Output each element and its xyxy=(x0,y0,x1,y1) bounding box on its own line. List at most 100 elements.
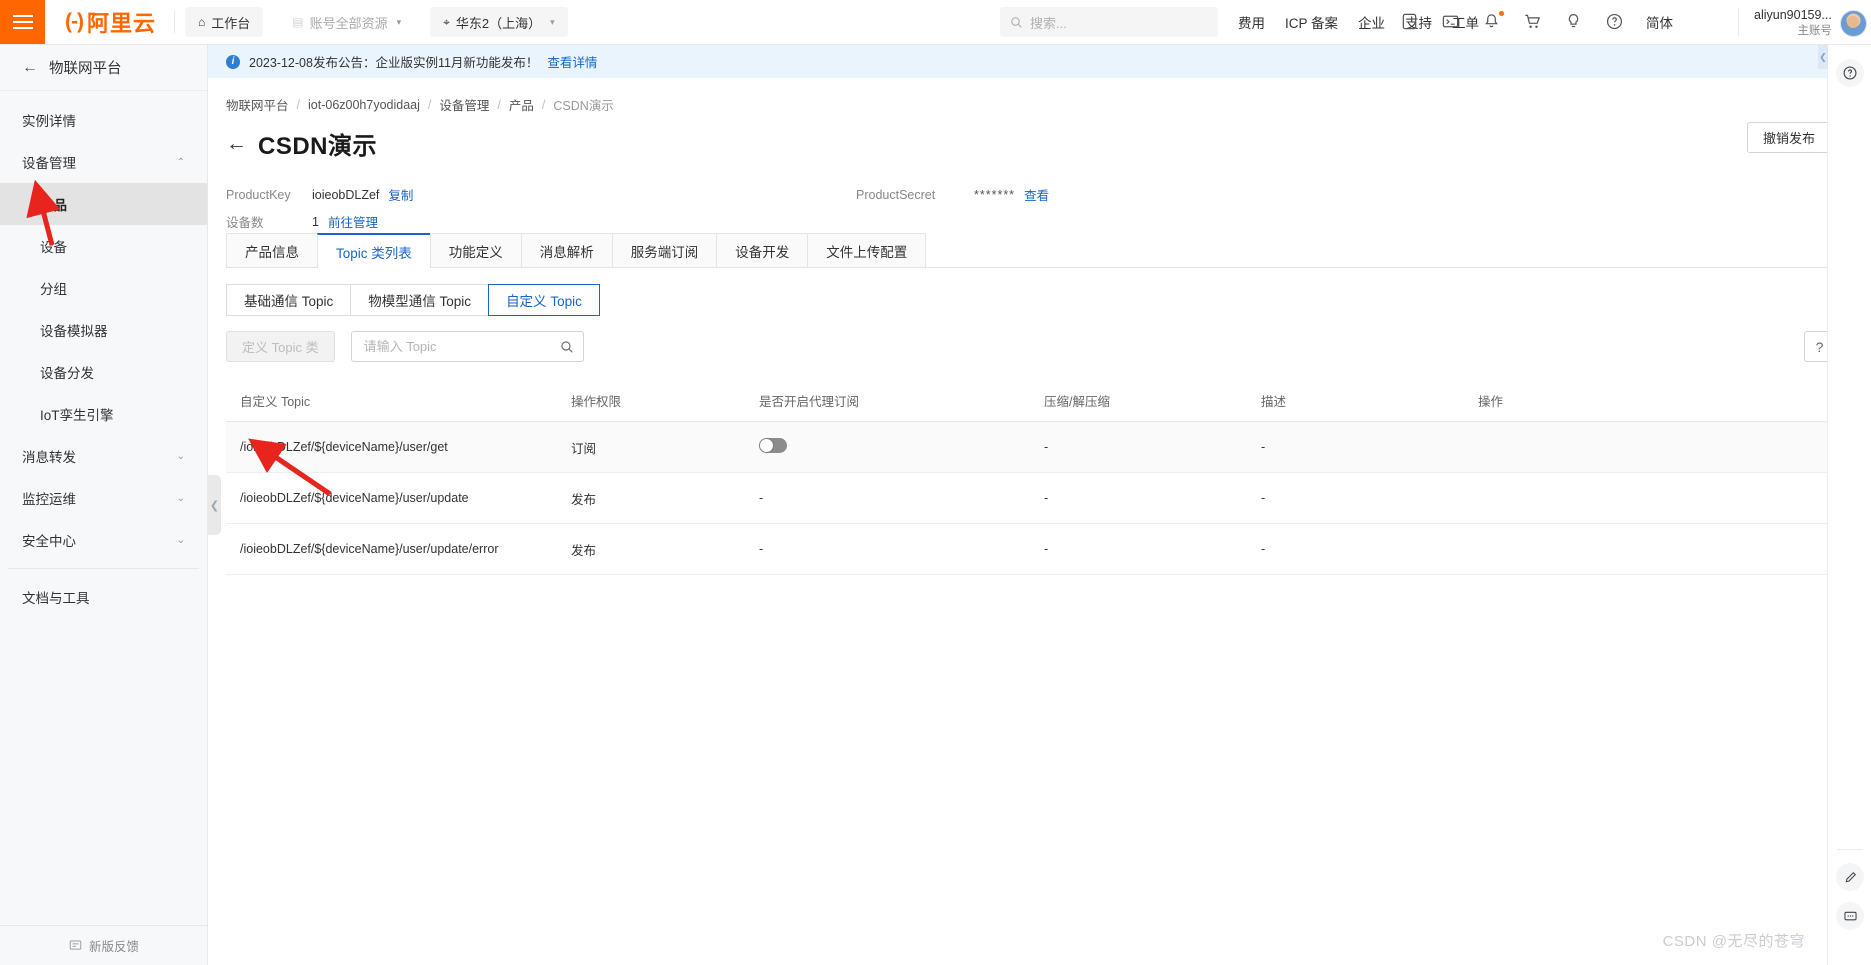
breadcrumb-item-device-management[interactable]: 设备管理 xyxy=(439,95,489,114)
sidebar-item-device-simulator[interactable]: 设备模拟器 xyxy=(0,309,207,351)
device-count-value: 1 xyxy=(312,214,319,229)
cell-topic: /ioieobDLZef/${deviceName}/user/get xyxy=(240,440,448,454)
main-content: i 2023-12-08发布公告：企业版实例11月新功能发布！ 查看详情 ✕ 物… xyxy=(208,45,1871,965)
tab-file-upload-config[interactable]: 文件上传配置 xyxy=(807,233,927,267)
header-link-enterprise[interactable]: 企业 xyxy=(1358,12,1385,32)
sidebar-item-monitoring-ops[interactable]: 监控运维 ⌄ xyxy=(0,477,207,519)
subtab-thing-model-topic[interactable]: 物模型通信 Topic xyxy=(350,284,489,316)
right-rail: ❮ xyxy=(1818,45,1871,965)
goto-device-management-link[interactable]: 前往管理 xyxy=(328,212,378,231)
cart-icon[interactable] xyxy=(1523,12,1543,32)
sidebar-item-group[interactable]: 分组 xyxy=(0,267,207,309)
aliyun-logo-mark: (-) xyxy=(65,10,84,33)
tab-function-definition[interactable]: 功能定义 xyxy=(429,233,521,267)
search-icon xyxy=(1011,16,1022,28)
sidebar-item-docs-and-tools[interactable]: 文档与工具 xyxy=(0,576,207,618)
tab-device-development[interactable]: 设备开发 xyxy=(716,233,808,267)
tab-topic-list[interactable]: Topic 类列表 xyxy=(317,233,430,268)
cell-description: - xyxy=(1261,491,1266,505)
device-count-row: 设备数 1 前往管理 xyxy=(226,208,1871,235)
sidebar-item-label: 消息转发 xyxy=(22,450,76,465)
help-icon[interactable] xyxy=(1835,59,1864,87)
sidebar-feedback-button[interactable]: 新版反馈 xyxy=(0,925,208,965)
breadcrumb: 物联网平台 / iot-06z00h7yodidaaj / 设备管理 / 产品 … xyxy=(208,78,1871,114)
sidebar-item-security-center[interactable]: 安全中心 ⌄ xyxy=(0,519,207,561)
announcement-detail-link[interactable]: 查看详情 xyxy=(547,52,597,71)
device-count-label: 设备数 xyxy=(226,216,264,230)
view-product-secret-link[interactable]: 查看 xyxy=(1024,185,1049,204)
product-secret-value: ******* xyxy=(974,187,1016,202)
bulb-icon[interactable] xyxy=(1564,12,1584,32)
workbench-button[interactable]: ⌂ 工作台 xyxy=(185,7,264,37)
table-row[interactable]: /ioieobDLZef/${deviceName}/user/get 订阅 -… xyxy=(226,422,1835,473)
account-menu[interactable]: aliyun90159... 主账号 xyxy=(1754,5,1867,41)
cell-permission: 发布 xyxy=(571,543,597,558)
cell-permission: 订阅 xyxy=(571,441,597,456)
header-divider xyxy=(174,11,175,33)
sidebar-item-instance-detail[interactable]: 实例详情 xyxy=(0,99,207,141)
bell-icon[interactable] xyxy=(1482,11,1504,32)
chevron-down-icon: ⌄ xyxy=(176,450,185,462)
product-secret-label: ProductSecret xyxy=(856,187,936,202)
sidebar-item-label: 设备管理 xyxy=(22,156,76,171)
notification-badge xyxy=(1499,11,1504,16)
cell-description: - xyxy=(1261,440,1266,454)
proxy-subscription-toggle[interactable] xyxy=(759,438,787,453)
sidebar-item-label: IoT孪生引擎 xyxy=(40,408,114,423)
sidebar-item-message-forwarding[interactable]: 消息转发 ⌄ xyxy=(0,435,207,477)
tab-product-info[interactable]: 产品信息 xyxy=(226,233,317,267)
sidebar-item-device-management[interactable]: 设备管理 ⌃ xyxy=(0,141,207,183)
unpublish-button[interactable]: 撤销发布 xyxy=(1746,122,1831,153)
header-link-fees[interactable]: 费用 xyxy=(1238,12,1265,32)
breadcrumb-item-product[interactable]: 产品 xyxy=(509,95,534,114)
subtab-custom-topic[interactable]: 自定义 Topic xyxy=(488,284,600,316)
app-icon[interactable] xyxy=(1400,12,1420,32)
topic-filter-row: 定义 Topic 类 ? xyxy=(226,331,1835,362)
subtab-basic-communication-topic[interactable]: 基础通信 Topic xyxy=(226,284,351,316)
left-sidebar: ← 物联网平台 实例详情 设备管理 ⌃ 产品 设备 分组 设备模拟器 设备分发 … xyxy=(0,45,208,965)
chat-feedback-icon[interactable] xyxy=(1836,902,1864,930)
tab-server-subscription[interactable]: 服务端订阅 xyxy=(611,233,717,267)
sidebar-item-label: 分组 xyxy=(40,282,67,297)
sidebar-item-device-distribution[interactable]: 设备分发 xyxy=(0,351,207,393)
hamburger-menu-icon[interactable] xyxy=(0,0,45,44)
global-search-input[interactable]: 搜索... xyxy=(1000,7,1218,37)
cell-description: - xyxy=(1261,542,1266,556)
rail-bottom-group xyxy=(1828,849,1871,941)
breadcrumb-item-platform[interactable]: 物联网平台 xyxy=(226,95,289,114)
table-row[interactable]: /ioieobDLZef/${deviceName}/user/update 发… xyxy=(226,473,1835,524)
breadcrumb-separator: / xyxy=(296,97,300,112)
cell-permission: 发布 xyxy=(571,492,597,507)
tab-message-parsing[interactable]: 消息解析 xyxy=(520,233,612,267)
question-icon[interactable] xyxy=(1605,12,1625,32)
terminal-icon[interactable] xyxy=(1441,12,1461,32)
sidebar-item-device[interactable]: 设备 xyxy=(0,225,207,267)
search-icon xyxy=(560,340,573,353)
sidebar-item-label: 文档与工具 xyxy=(22,591,90,606)
main-tab-bar: 产品信息 Topic 类列表 功能定义 消息解析 服务端订阅 设备开发 文件上传… xyxy=(226,233,1835,268)
rail-expand-handle[interactable]: ❮ xyxy=(1818,45,1828,69)
table-row[interactable]: /ioieobDLZef/${deviceName}/user/update/e… xyxy=(226,524,1835,575)
topic-subtab-bar: 基础通信 Topic 物模型通信 Topic 自定义 Topic xyxy=(226,284,1871,316)
avatar[interactable] xyxy=(1839,9,1867,37)
resource-scope-selector[interactable]: ▤ 账号全部资源 ▾ xyxy=(279,7,415,37)
topic-search-input[interactable] xyxy=(363,339,560,354)
sidebar-back-to-platform[interactable]: ← 物联网平台 xyxy=(0,45,207,91)
breadcrumb-item-instance[interactable]: iot-06z00h7yodidaaj xyxy=(308,98,420,112)
topic-search-box[interactable] xyxy=(350,331,584,362)
aliyun-logo[interactable]: (-) 阿里云 xyxy=(45,0,174,44)
header-link-icp[interactable]: ICP 备案 xyxy=(1285,12,1338,32)
sidebar-item-iot-twin-engine[interactable]: IoT孪生引擎 xyxy=(0,393,207,435)
column-header-topic: 自定义 Topic xyxy=(240,395,311,409)
sidebar-item-product[interactable]: 产品 xyxy=(0,183,207,225)
copy-product-key-link[interactable]: 复制 xyxy=(388,185,413,204)
define-topic-class-button[interactable]: 定义 Topic 类 xyxy=(226,331,335,362)
account-name: aliyun90159... xyxy=(1754,7,1832,22)
region-selector[interactable]: ⌖ 华东2（上海） ▾ xyxy=(430,7,568,37)
header-icon-group: 简体 xyxy=(1400,0,1673,44)
edit-pencil-icon[interactable] xyxy=(1836,863,1864,891)
chevron-up-icon: ⌃ xyxy=(176,156,185,168)
sidebar-collapse-handle[interactable]: ❮ xyxy=(208,475,221,535)
language-selector[interactable]: 简体 xyxy=(1646,12,1673,32)
back-arrow-icon[interactable]: ← xyxy=(226,133,247,154)
